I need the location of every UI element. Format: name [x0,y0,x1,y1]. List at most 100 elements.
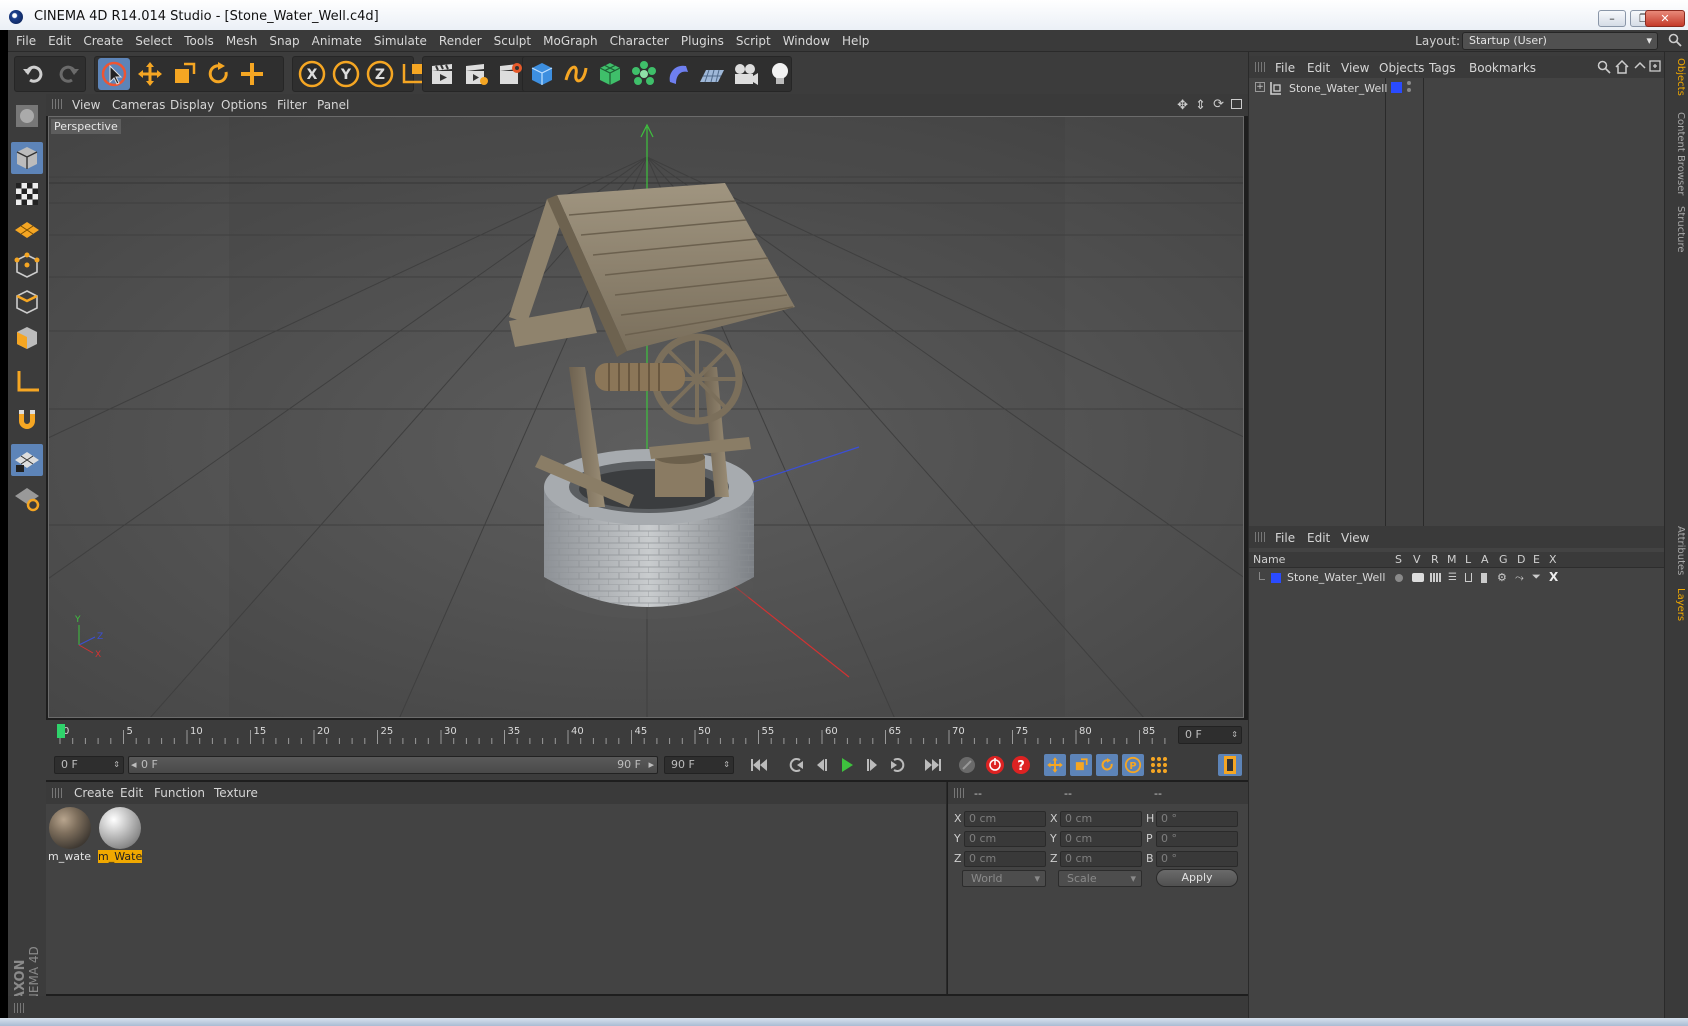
size-mode-dropdown[interactable]: Scale ▾ [1058,870,1142,887]
redo-button[interactable] [52,58,84,90]
rotate-view-icon[interactable]: ⟳ [1213,97,1224,112]
move-tool-button[interactable] [134,58,166,90]
viewport-menu-filter[interactable]: Filter [277,98,307,112]
material-menu-create[interactable]: Create [74,786,114,800]
render-picture-viewer-button[interactable] [460,58,492,90]
snap-button[interactable] [11,404,43,436]
spline-button[interactable] [560,58,592,90]
rot-b-field[interactable]: 0 ° [1156,851,1238,867]
menu-simulate[interactable]: Simulate [368,30,433,52]
rot-h-field[interactable]: 0 ° [1156,811,1238,827]
expand-toggle-icon[interactable]: + [1255,82,1265,92]
column-xref[interactable]: X [1549,553,1557,566]
objects-menu-file[interactable]: File [1275,61,1295,75]
record-position-button[interactable] [1044,754,1066,776]
collapse-icon[interactable] [1633,60,1647,74]
grip-handle[interactable] [1255,532,1265,542]
grip-handle[interactable] [1255,62,1265,72]
next-frame-button[interactable] [862,754,884,776]
autokeying-button[interactable]: ? [1010,754,1032,776]
x-axis-lock-button[interactable]: X [296,58,328,90]
autokey-record-button[interactable] [956,754,978,776]
previous-frame-button[interactable] [810,754,832,776]
menu-create[interactable]: Create [77,30,129,52]
menu-animate[interactable]: Animate [306,30,368,52]
object-name[interactable]: Stone_Water_Well [1289,82,1387,95]
tab-objects[interactable]: Objects [1668,58,1686,96]
record-pla-button[interactable] [1148,754,1170,776]
next-key-button[interactable] [888,754,910,776]
viewport-scene[interactable]: Y Z X [49,117,1244,718]
layout-dropdown[interactable]: Startup (User) ▾ [1462,32,1658,50]
record-rotation-button[interactable] [1096,754,1118,776]
menu-mograph[interactable]: MoGraph [537,30,604,52]
end-frame-field[interactable]: 90 F ⇕ [664,756,734,774]
layers-menu-edit[interactable]: Edit [1307,531,1330,545]
pos-x-field[interactable]: 0 cm [964,811,1046,827]
minimize-button[interactable]: – [1598,10,1626,27]
timeline-window-button[interactable] [1218,754,1242,776]
material-menu-texture[interactable]: Texture [214,786,258,800]
record-scale-button[interactable] [1070,754,1092,776]
nurbs-button[interactable] [594,58,626,90]
manager-tree-icon[interactable]: ☰ [1448,572,1457,583]
material-manager[interactable]: m_water m_Water [46,804,946,994]
render-view-button[interactable] [426,58,458,90]
column-locked[interactable]: L [1465,553,1471,566]
preview-range-slider[interactable]: ◂ 0 F 90 F ▸ [128,756,658,774]
recent-tool-button[interactable] [236,58,268,90]
tab-structure[interactable]: Structure [1668,206,1686,253]
edges-mode-button[interactable] [11,286,43,318]
home-icon[interactable] [1615,60,1629,74]
rot-p-field[interactable]: 0 ° [1156,831,1238,847]
viewport-menu-panel[interactable]: Panel [317,98,349,112]
size-y-field[interactable]: 0 cm [1060,831,1142,847]
xref-icon[interactable]: X [1549,570,1558,584]
deformer-icon[interactable]: ⤳ [1515,571,1524,585]
pos-y-field[interactable]: 0 cm [964,831,1046,847]
start-frame-field[interactable]: 0 F ⇕ [54,756,124,774]
column-view[interactable]: V [1413,553,1421,566]
play-forwards-button[interactable] [836,754,858,776]
close-button[interactable]: ✕ [1645,10,1685,27]
scale-tool-button[interactable] [168,58,200,90]
render-clapper-icon[interactable] [1430,573,1441,582]
pan-view-icon[interactable]: ✥ [1177,98,1188,113]
y-axis-lock-button[interactable]: Y [330,58,362,90]
z-axis-lock-button[interactable]: Z [364,58,396,90]
layer-color-swatch[interactable] [1271,573,1281,583]
viewport-menu-options[interactable]: Options [221,98,267,112]
viewport-menu-display[interactable]: Display [170,98,214,112]
column-solo[interactable]: S [1395,553,1402,566]
menu-mesh[interactable]: Mesh [220,30,264,52]
material-menu-edit[interactable]: Edit [120,786,143,800]
axis-mode-button[interactable] [11,366,43,398]
objects-menu-edit[interactable]: Edit [1307,61,1330,75]
cube-object-button[interactable] [526,58,558,90]
grip-handle[interactable] [52,99,62,109]
material-swatch-selected[interactable]: m_Water [98,806,142,868]
menu-sculpt[interactable]: Sculpt [488,30,537,52]
texture-mode-button[interactable] [11,178,43,210]
column-deformers[interactable]: D [1517,553,1525,566]
material-menu-function[interactable]: Function [154,786,205,800]
camera-button[interactable] [730,58,762,90]
timeline-ticks[interactable]: 051015202530354045505560657075808590 [54,720,1174,750]
grip-handle[interactable] [52,788,62,798]
points-mode-button[interactable] [11,250,43,282]
objects-menu-objects[interactable]: Objects [1379,61,1424,75]
environment-button[interactable] [696,58,728,90]
menu-tools[interactable]: Tools [178,30,220,52]
layer-name[interactable]: Stone_Water_Well [1287,571,1385,584]
render-visibility-dot[interactable] [1407,88,1411,92]
size-z-field[interactable]: 0 cm [1060,851,1142,867]
go-to-end-button[interactable] [922,754,944,776]
material-swatch[interactable]: m_water [48,806,92,868]
live-selection-button[interactable] [98,58,130,90]
model-mode-button[interactable] [11,142,43,174]
menu-character[interactable]: Character [604,30,675,52]
column-name[interactable]: Name [1253,553,1285,566]
eye-icon[interactable] [1412,573,1424,582]
size-x-field[interactable]: 0 cm [1060,811,1142,827]
objects-menu-bookmarks[interactable]: Bookmarks [1469,61,1536,75]
